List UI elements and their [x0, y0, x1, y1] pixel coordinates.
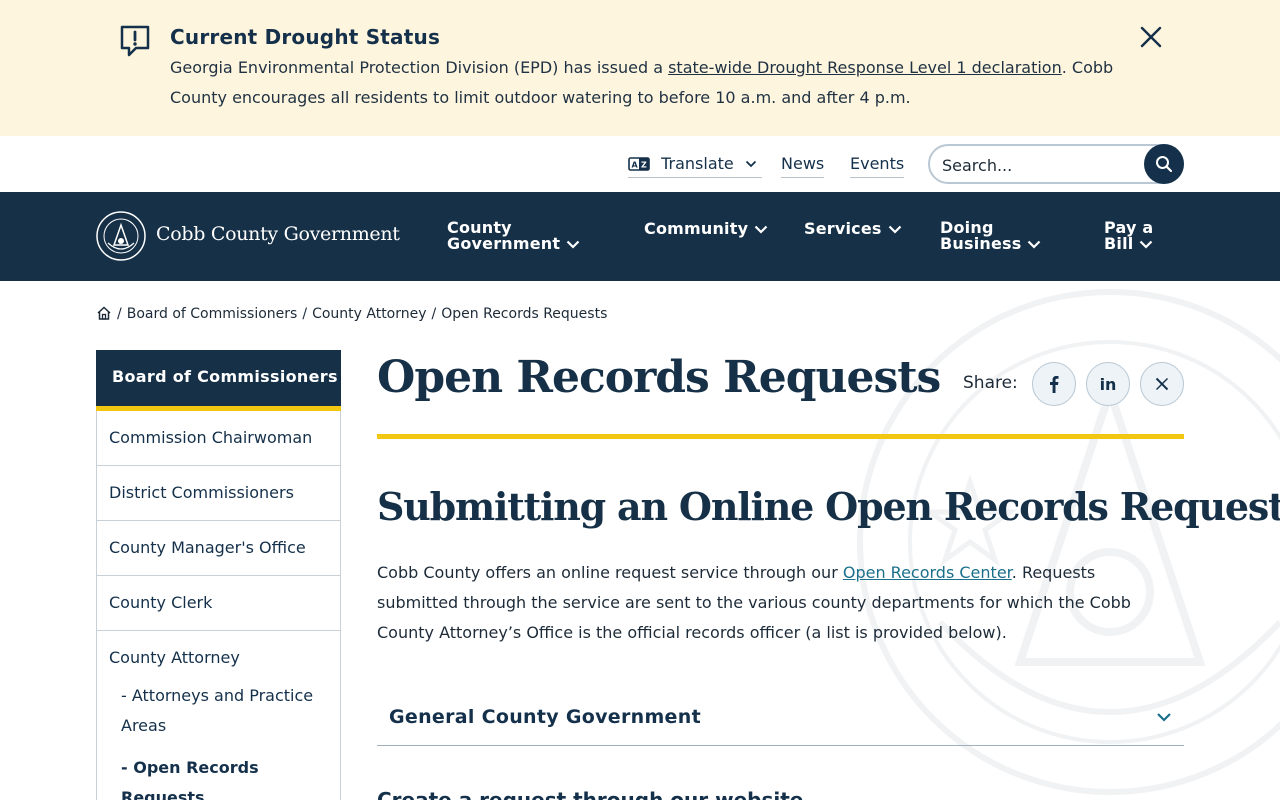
nav-services[interactable]: Services [804, 221, 902, 237]
county-seal-icon [96, 211, 146, 261]
sidebar-item-commission-chairwoman[interactable]: Commission Chairwoman [97, 411, 340, 466]
nav-label-line2: Bill [1104, 236, 1153, 252]
utility-bar: A Z Translate News Events [0, 136, 1280, 192]
sidebar-item-district-commissioners[interactable]: District Commissioners [97, 466, 340, 521]
nav-label: Bill [1104, 234, 1134, 253]
events-link[interactable]: Events [850, 154, 905, 178]
share-label: Share: [963, 373, 1018, 393]
nav-pay-a-bill[interactable]: Pay a Bill [1104, 220, 1153, 252]
home-icon[interactable] [96, 305, 112, 321]
nav-label-line2: Business [940, 236, 1041, 252]
title-divider [377, 434, 1184, 439]
cobb-county-logo-link[interactable]: Cobb County Government [96, 211, 406, 263]
alert-title: Current Drought Status [170, 25, 441, 49]
facebook-icon [1050, 376, 1059, 393]
intro-paragraph: Cobb County offers an online request ser… [377, 558, 1167, 648]
nav-label: Government [447, 234, 561, 253]
nav-label-line2: Government [447, 236, 580, 252]
sidebar-list: Commission Chairwoman District Commissio… [96, 411, 341, 800]
linkedin-icon: in [1099, 374, 1117, 394]
breadcrumb: / Board of Commissioners / County Attorney /… [96, 305, 607, 322]
section-sidebar: Board of Commissioners Commission Chairw… [96, 350, 341, 800]
intro-text-start: Cobb County offers an online request ser… [377, 563, 843, 582]
chevron-down-icon [1028, 240, 1041, 249]
share-facebook-button[interactable] [1032, 362, 1076, 406]
logo-text: Cobb County Government [156, 223, 400, 245]
nav-county-government[interactable]: County Government [447, 220, 580, 252]
svg-text:Z: Z [641, 161, 647, 170]
section-title: Submitting an Online Open Records Reques… [377, 484, 1280, 529]
accordion-label: General County Government [389, 706, 701, 728]
search-button[interactable] [1144, 144, 1184, 184]
drought-alert-banner: Current Drought Status Georgia Environme… [0, 0, 1280, 136]
breadcrumb-county-attorney[interactable]: County Attorney [312, 306, 426, 322]
alert-text-start: Georgia Environmental Protection Divisio… [170, 58, 669, 77]
translate-icon: A Z [628, 157, 650, 171]
search-box [928, 144, 1184, 184]
chevron-down-icon [754, 225, 768, 234]
breadcrumb-current-page: Open Records Requests [441, 306, 608, 322]
search-input[interactable] [942, 154, 1138, 176]
alert-message-icon [120, 25, 150, 57]
search-icon [1156, 156, 1173, 173]
sidebar-item-county-managers-office[interactable]: County Manager's Office [97, 521, 340, 576]
close-icon[interactable] [1138, 24, 1164, 50]
main-navigation: Cobb County Government County Government… [0, 192, 1280, 281]
nav-label: Business [940, 234, 1022, 253]
news-link[interactable]: News [781, 154, 825, 178]
share-x-button[interactable] [1140, 362, 1184, 406]
x-icon [1155, 377, 1169, 391]
page-title: Open Records Requests [377, 352, 941, 403]
breadcrumb-board-of-commissioners[interactable]: Board of Commissioners [127, 306, 298, 322]
nav-label: Services [804, 219, 882, 238]
chevron-down-icon [566, 240, 580, 249]
sidebar-heading-board-of-commissioners[interactable]: Board of Commissioners [96, 350, 341, 411]
create-request-heading: Create a request through our website [377, 788, 804, 800]
chevron-down-icon [1140, 240, 1153, 249]
nav-community[interactable]: Community [644, 221, 768, 237]
drought-declaration-link[interactable]: state-wide Drought Response Level 1 decl… [668, 58, 1062, 77]
share-linkedin-button[interactable]: in [1086, 362, 1130, 406]
translate-label: Translate [661, 154, 734, 173]
sidebar-item-county-clerk[interactable]: County Clerk [97, 576, 340, 631]
svg-text:A: A [632, 161, 639, 170]
translate-dropdown[interactable]: A Z Translate [628, 154, 762, 178]
alert-message: Georgia Environmental Protection Divisio… [170, 53, 1145, 113]
chevron-down-icon [1157, 713, 1171, 722]
open-records-center-link[interactable]: Open Records Center [843, 563, 1012, 582]
breadcrumb-separator: / [117, 306, 122, 322]
chevron-down-icon [745, 160, 756, 168]
sidebar-subitem-attorneys-and-practice-areas[interactable]: - Attorneys and Practice Areas [97, 681, 340, 741]
nav-label: Community [644, 219, 749, 238]
breadcrumb-separator: / [302, 306, 308, 322]
breadcrumb-separator: / [431, 306, 437, 322]
sidebar-item-county-attorney[interactable]: County Attorney [97, 631, 340, 681]
nav-doing-business[interactable]: Doing Business [940, 220, 1041, 252]
sidebar-subitem-open-records-requests[interactable]: - Open Records Requests [97, 753, 340, 800]
accordion-general-county-government[interactable]: General County Government [377, 690, 1184, 746]
chevron-down-icon [888, 225, 901, 234]
